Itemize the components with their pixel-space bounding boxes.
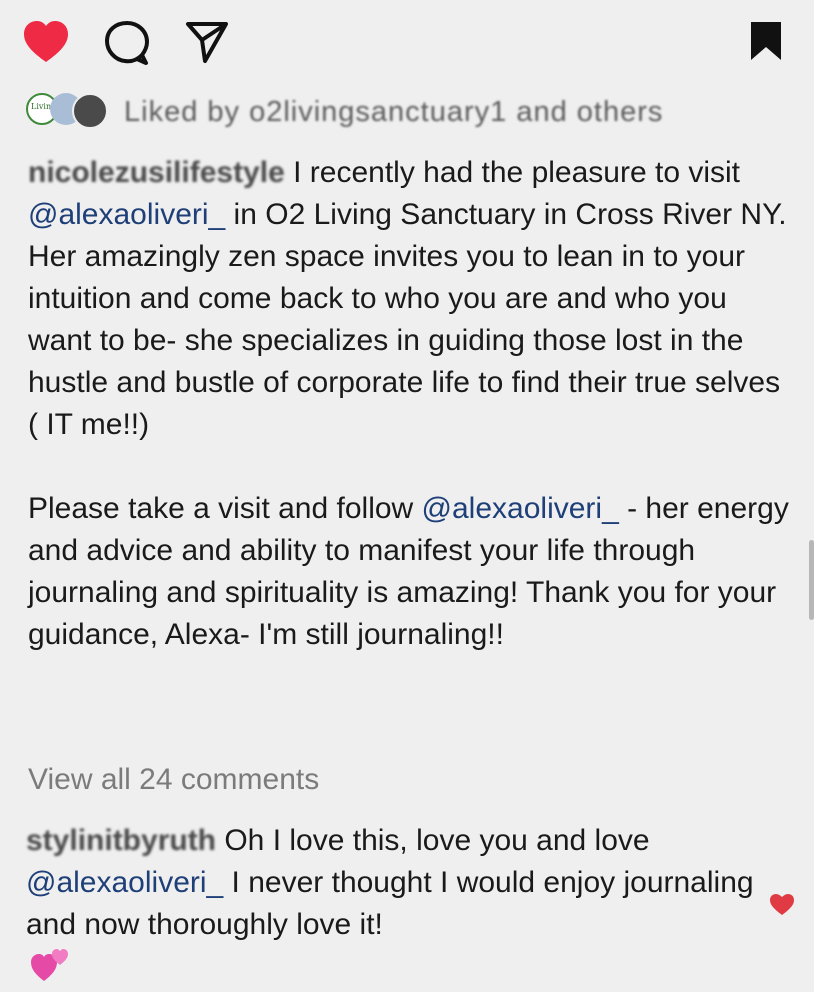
mention-link[interactable]: @alexaoliveri_ [422, 492, 619, 525]
heart-filled-icon[interactable] [22, 20, 70, 64]
caption-text: I recently had the pleasure to visit [284, 156, 741, 189]
heart-small-icon[interactable] [769, 893, 795, 917]
comment-icon[interactable] [104, 20, 152, 66]
bookmark-icon[interactable] [749, 20, 783, 62]
two-hearts-emoji-icon [31, 949, 68, 981]
caption-text: Please take a visit and follow [28, 492, 422, 525]
post-caption: nicolezusilifestyle I recently had the p… [28, 152, 798, 656]
mention-link[interactable]: @alexaoliveri_ [28, 198, 225, 231]
caption-text: in O2 Living Sanctuary in Cross River NY… [28, 198, 787, 441]
send-icon[interactable] [185, 20, 229, 64]
comment-text: Oh I love this, love you and love [216, 824, 650, 857]
caption-username[interactable]: nicolezusilifestyle [28, 156, 285, 189]
mention-link[interactable]: @alexaoliveri_ [26, 866, 223, 899]
comment-item: stylinitbyruth Oh I love this, love you … [26, 820, 766, 946]
comment-username[interactable]: stylinitbyruth [26, 824, 216, 857]
liked-by-text[interactable]: Liked by o2livingsanctuary1 and others [124, 96, 663, 129]
liked-by-row[interactable]: Living Liked by o2livingsanctuary1 and o… [26, 88, 796, 129]
scrollbar[interactable] [809, 540, 814, 620]
view-all-comments-link[interactable]: View all 24 comments [28, 763, 319, 797]
avatar[interactable] [72, 93, 108, 129]
post-actions-bar [0, 0, 814, 90]
